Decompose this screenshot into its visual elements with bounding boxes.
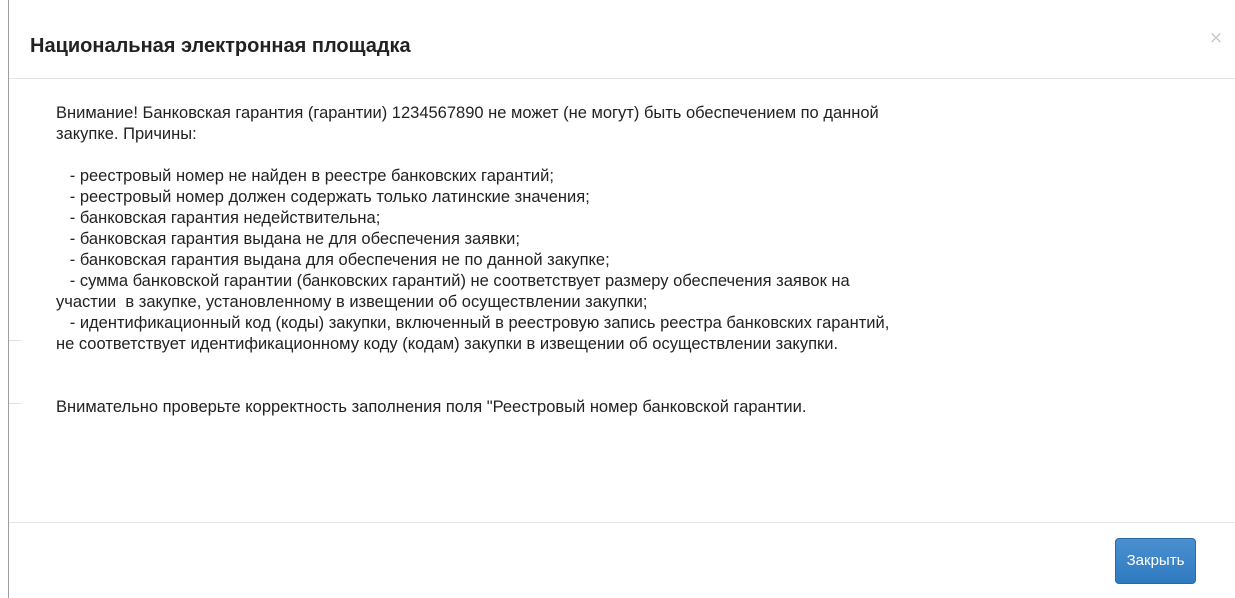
reason-item: - идентификационный код (коды) закупки, … [56,314,890,332]
reason-item: - сумма банковской гарантии (банковских … [56,272,850,290]
modal-body: Внимание! Банковская гарантия (гарантии)… [56,103,1216,418]
edge-mark [9,340,21,341]
close-icon[interactable]: × [1206,28,1226,48]
edge-mark [9,403,21,404]
modal-title: Национальная электронная площадка [30,35,411,57]
modal-header: Национальная электронная площадка × [9,0,1235,79]
modal-dialog: Национальная электронная площадка × Вним… [8,0,1235,598]
reason-item-continuation: участии в закупке, установленному в изве… [56,293,648,311]
reason-item-continuation: не соответствует идентификационному коду… [56,335,839,353]
reason-item: - банковская гарантия выдана не для обес… [56,230,520,248]
reason-item: - банковская гарантия выдана для обеспеч… [56,251,610,269]
message-line: Внимание! Банковская гарантия (гарантии)… [56,104,879,122]
modal-footer: Закрыть [9,522,1235,598]
close-button[interactable]: Закрыть [1115,538,1196,584]
reason-item: - реестровый номер должен содержать толь… [56,188,590,206]
reason-item: - банковская гарантия недействительна; [56,209,381,227]
message-line: закупке. Причины: [56,125,197,143]
reason-item: - реестровый номер не найден в реестре б… [56,167,554,185]
instruction-text: Внимательно проверьте корректность запол… [56,398,807,416]
